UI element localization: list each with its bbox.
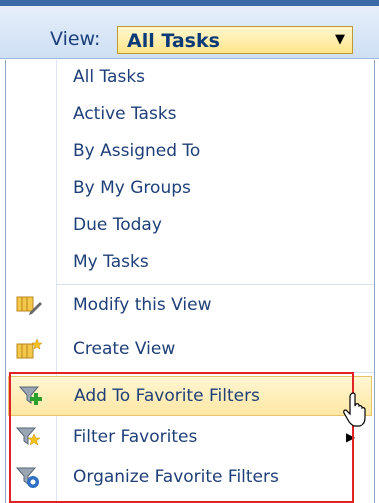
view-selector-dropdown[interactable]: All Tasks ▼ bbox=[117, 26, 353, 54]
create-view-icon bbox=[16, 338, 42, 359]
caret-down-icon[interactable]: ▼ bbox=[335, 32, 345, 47]
menu-item-modify-view[interactable]: Modify this View bbox=[6, 288, 374, 322]
menu-item-label: Create View bbox=[73, 339, 176, 359]
menu-item-label: By Assigned To bbox=[73, 141, 201, 161]
menu-item-active-tasks[interactable]: Active Tasks bbox=[6, 97, 374, 131]
modify-view-icon bbox=[16, 296, 42, 315]
menu-item-my-tasks[interactable]: My Tasks bbox=[6, 245, 374, 279]
menu-item-by-my-groups[interactable]: By My Groups bbox=[6, 171, 374, 205]
menu-item-label: My Tasks bbox=[73, 252, 149, 272]
view-selector-value: All Tasks bbox=[127, 30, 220, 52]
menu-item-label: By My Groups bbox=[73, 178, 191, 198]
toolbar-top-border bbox=[0, 0, 379, 6]
hand-cursor-icon bbox=[343, 392, 366, 427]
menu-item-all-tasks[interactable]: All Tasks bbox=[6, 60, 374, 94]
menu-item-label: All Tasks bbox=[73, 67, 146, 87]
view-toolbar: View: All Tasks ▼ bbox=[0, 0, 379, 59]
menu-item-create-view[interactable]: Create View bbox=[6, 332, 374, 366]
menu-item-label: Modify this View bbox=[73, 295, 212, 315]
menu-item-due-today[interactable]: Due Today bbox=[6, 208, 374, 242]
menu-item-label: Due Today bbox=[73, 215, 162, 235]
menu-separator bbox=[56, 284, 374, 285]
favorites-highlight-box bbox=[9, 372, 354, 503]
menu-item-by-assigned-to[interactable]: By Assigned To bbox=[6, 134, 374, 168]
view-label: View: bbox=[50, 28, 101, 50]
menu-item-label: Active Tasks bbox=[73, 104, 177, 124]
